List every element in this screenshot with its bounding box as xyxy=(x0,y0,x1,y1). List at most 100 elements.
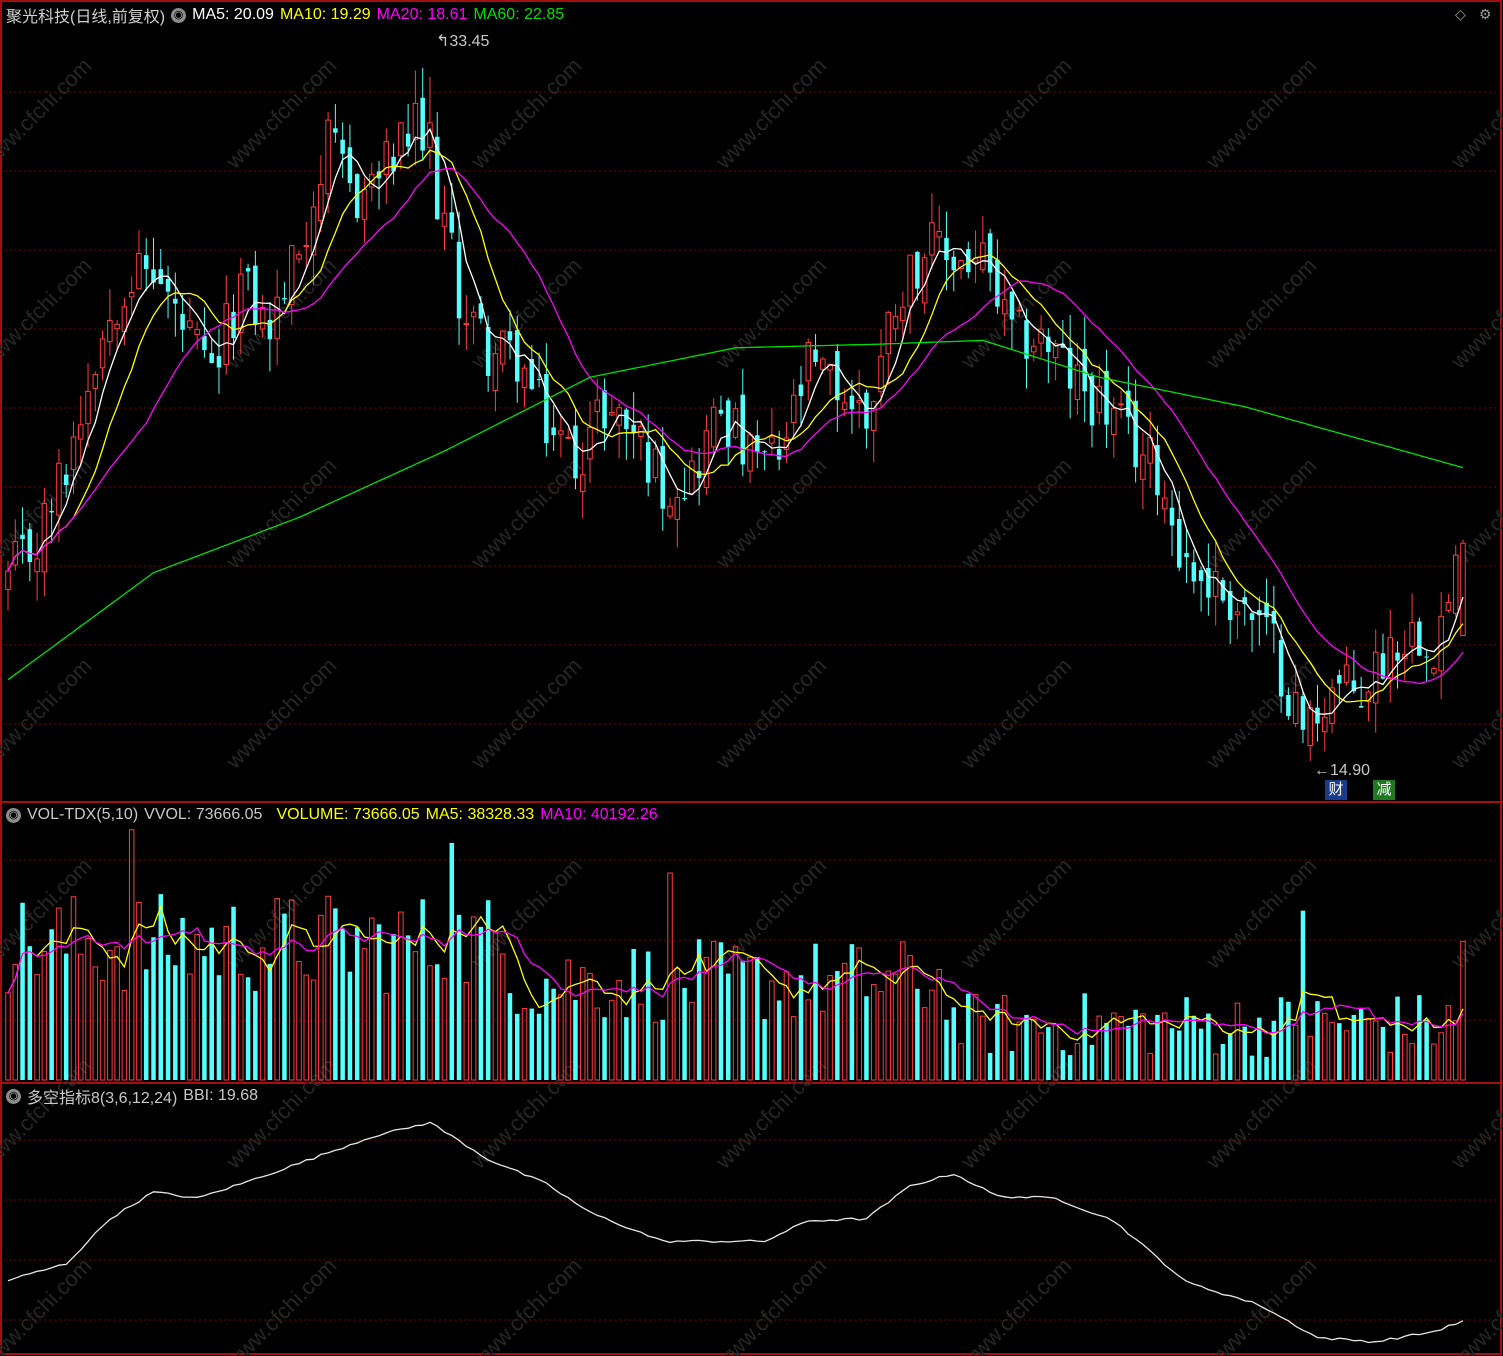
volume-bar xyxy=(1431,1043,1437,1081)
candle-body xyxy=(1431,668,1437,674)
volume-bar xyxy=(354,927,360,1080)
watermark-text: www.cfchi.com xyxy=(465,53,586,174)
volume-bar xyxy=(441,977,448,1081)
volume-bar xyxy=(878,991,884,1081)
volume-bar xyxy=(747,956,753,1081)
low-price-label: 14.90 xyxy=(1330,762,1371,779)
gear-icon[interactable]: ⚙ xyxy=(1479,6,1492,23)
volume-ma5-value: MA5: 38328.33 xyxy=(425,806,535,823)
volume-bar xyxy=(1242,1026,1248,1080)
candle-body xyxy=(318,184,324,221)
watermark-text: www.cfchi.com xyxy=(0,1053,96,1174)
reduction-event-badge[interactable]: 减 xyxy=(1373,780,1395,800)
volume-bar xyxy=(1445,1005,1452,1081)
candle-body xyxy=(99,338,106,369)
volume-bar xyxy=(1046,1027,1051,1080)
volume-bar xyxy=(827,975,833,1081)
candle-body xyxy=(405,133,411,147)
volume-bar xyxy=(470,916,477,1081)
ma60-value: MA60: 22.85 xyxy=(473,6,565,23)
volume-ma10-value: MA10: 40192.26 xyxy=(540,806,658,823)
volume-bar xyxy=(27,946,33,1080)
candle-body xyxy=(56,462,62,516)
volume-bar xyxy=(107,949,113,1081)
candle-body xyxy=(1424,656,1429,658)
volume-bar xyxy=(368,917,375,1081)
finance-event-badge[interactable]: 财 xyxy=(1325,780,1347,800)
candle-body xyxy=(710,406,717,448)
candle-body xyxy=(776,448,782,460)
candle-body xyxy=(849,395,855,410)
volume-bar xyxy=(202,956,207,1080)
candle-body xyxy=(499,330,506,365)
volume-bar xyxy=(762,1018,767,1080)
volume-bar xyxy=(151,937,156,1080)
candle-body xyxy=(878,355,884,393)
volume-bar xyxy=(987,1052,993,1080)
stock-title: 聚光科技(日线,前复权) xyxy=(6,9,166,26)
volume-bar xyxy=(696,939,702,1080)
volume-bar xyxy=(114,946,120,1081)
volume-bar xyxy=(995,1004,1000,1080)
volume-bar xyxy=(347,971,353,1080)
candle-body xyxy=(92,373,99,389)
bbi-toggle-icon[interactable]: ◉ xyxy=(6,1088,21,1104)
volume-bar xyxy=(1380,1026,1386,1080)
volume-bar xyxy=(1286,1001,1291,1080)
volume-value: VOLUME: 73666.05 xyxy=(276,806,420,823)
candle-body xyxy=(333,128,338,133)
candle-body xyxy=(180,313,185,330)
watermark-text: www.cfchi.com xyxy=(465,653,586,774)
candle-body xyxy=(1337,675,1342,684)
settings-toggle-icon[interactable]: ◉ xyxy=(171,7,187,23)
volume-bar xyxy=(34,974,40,1081)
candle-body xyxy=(755,435,760,453)
volume-bar xyxy=(609,999,615,1081)
volume-bar xyxy=(951,1007,957,1080)
volume-bar xyxy=(602,1017,607,1080)
watermark-text: www.cfchi.com xyxy=(710,53,831,174)
volume-bar xyxy=(579,967,586,1081)
candle-body xyxy=(1452,554,1459,614)
candle-body xyxy=(49,510,54,513)
volume-bar xyxy=(136,901,142,1081)
candle-body xyxy=(624,409,629,430)
watermark-text: www.cfchi.com xyxy=(0,253,96,374)
candle-body xyxy=(121,306,128,332)
volume-bar xyxy=(231,906,236,1080)
volume-bar xyxy=(1016,1021,1022,1081)
volume-bar xyxy=(1212,1053,1219,1081)
diamond-icon[interactable]: ◇ xyxy=(1455,6,1466,23)
candle-body xyxy=(769,436,775,444)
candle-body xyxy=(77,424,84,440)
candle-body xyxy=(652,448,659,479)
candle-body xyxy=(762,451,767,453)
volume-bar xyxy=(1409,1043,1415,1081)
candle-body xyxy=(449,212,455,233)
volume-bar xyxy=(1082,993,1087,1080)
volume-bar xyxy=(1264,1056,1269,1080)
volume-bar xyxy=(1358,1007,1364,1080)
volume-bar xyxy=(892,973,899,1081)
volume-bar xyxy=(1417,995,1422,1080)
volume-bar xyxy=(915,988,920,1080)
chart-canvas[interactable]: www.cfchi.com www.cfchi.com www.cfchi.com w… xyxy=(0,0,1503,1356)
volume-bar xyxy=(99,979,106,1081)
volume-bar xyxy=(980,1015,986,1081)
volume-bar xyxy=(85,938,91,1081)
volume-bar xyxy=(376,924,382,1080)
candle-body xyxy=(245,268,251,272)
candle-body xyxy=(536,379,542,381)
candle-body xyxy=(209,353,214,363)
candle-body xyxy=(703,430,710,488)
volume-toggle-icon[interactable]: ◉ xyxy=(6,807,21,823)
volume-bar xyxy=(544,978,549,1080)
watermark-text: www.cfchi.com xyxy=(1445,853,1503,974)
volume-bar xyxy=(456,914,462,1080)
bbi-value: BBI: 19.68 xyxy=(183,1087,259,1104)
candle-body xyxy=(951,256,957,271)
candle-body xyxy=(398,122,404,157)
candle-body xyxy=(70,436,77,470)
volume-bar xyxy=(682,987,687,1080)
watermark-text: www.cfchi.com xyxy=(1200,53,1321,174)
